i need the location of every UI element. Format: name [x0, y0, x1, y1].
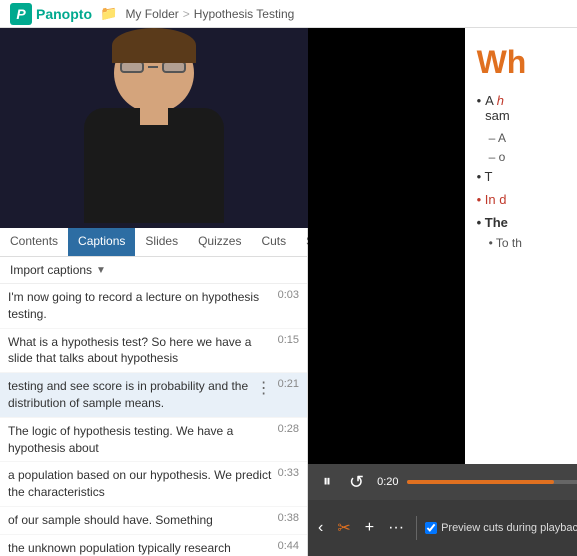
caption-item-active[interactable]: testing and see score is in probability … [0, 373, 307, 418]
caption-time: 0:33 [278, 467, 299, 479]
body [84, 108, 224, 223]
timeline-nav-left[interactable]: ‹ [314, 517, 327, 539]
panopto-logo: P Panopto [10, 3, 92, 25]
page-title: Hypothesis Testing [194, 7, 295, 21]
caption-item[interactable]: What is a hypothesis test? So here we ha… [0, 329, 307, 374]
folder-icon: 📁 [100, 5, 117, 22]
slide-display: Wh • A hsam – A – o • T • In d • The • T… [308, 28, 577, 464]
caption-text: I'm now going to record a lecture on hyp… [8, 289, 272, 323]
video-player [0, 28, 308, 228]
caption-item[interactable]: The logic of hypothesis testing. We have… [0, 418, 307, 463]
slide-bullets-list: • A hsam – A – o • T • In d • The • To t… [477, 93, 577, 250]
import-captions-label: Import captions [10, 263, 92, 277]
current-time: 0:20 [377, 476, 398, 488]
dropdown-arrow-icon: ▼ [96, 265, 106, 276]
sidebar-item-captions[interactable]: Captions [68, 228, 135, 256]
black-area [308, 28, 465, 464]
preview-checkbox-wrap: Preview cuts during playback [425, 522, 577, 534]
caption-time: 0:28 [278, 423, 299, 435]
caption-item[interactable]: the unknown population typically researc… [0, 535, 307, 556]
controls-bar: ⏸ ↺ 0:20 [308, 464, 577, 500]
caption-time: 0:44 [278, 540, 299, 552]
logo-text: Panopto [36, 6, 92, 22]
caption-text: testing and see score is in probability … [8, 378, 252, 412]
hair [112, 28, 196, 63]
video-area [0, 28, 308, 228]
caption-item[interactable]: a population based on our hypothesis. We… [0, 462, 307, 507]
logo-icon: P [10, 3, 32, 25]
slide-bullet-1: • A hsam [477, 93, 577, 123]
caption-text: of our sample should have. Something [8, 512, 272, 529]
left-panel: Contents Captions Slides Quizzes Cuts St… [0, 28, 308, 556]
sidebar-nav: Contents Captions Slides Quizzes Cuts St… [0, 228, 307, 257]
preview-cuts-label[interactable]: Preview cuts during playback [441, 522, 577, 534]
folder-label: My Folder [125, 7, 178, 21]
caption-item[interactable]: of our sample should have. Something 0:3… [0, 507, 307, 535]
sidebar-item-contents[interactable]: Contents [0, 228, 68, 256]
caption-menu-icon[interactable]: ⋮ [256, 378, 272, 398]
add-button[interactable]: + [361, 517, 378, 539]
slide-container: Wh • A hsam – A – o • T • In d • The • T… [308, 28, 577, 464]
sidebar-item-cuts[interactable]: Cuts [251, 228, 296, 256]
rewind-button[interactable]: ↺ [344, 470, 369, 495]
slide-bullet-3: • T [477, 169, 577, 184]
slide-bullet-5: • The [477, 215, 577, 230]
more-options-button[interactable]: ··· [384, 517, 408, 539]
neck [140, 105, 168, 125]
cut-tool-button[interactable]: ✂ [333, 516, 354, 540]
divider [416, 516, 417, 540]
right-panel: Wh • A hsam – A – o • T • In d • The • T… [308, 28, 577, 556]
timeline-bar: ‹ ✂ + ··· Preview cuts during playback 0… [308, 500, 577, 556]
captions-header[interactable]: Import captions ▼ [0, 257, 307, 284]
slide-area: Wh • A hsam – A – o • T • In d • The • T… [308, 28, 577, 464]
caption-text: a population based on our hypothesis. We… [8, 467, 272, 501]
person-figure [54, 33, 254, 223]
slide-title-text: Wh [477, 44, 577, 81]
caption-time: 0:15 [278, 334, 299, 346]
preview-cuts-checkbox[interactable] [425, 522, 437, 534]
slide-white-area: Wh • A hsam – A – o • T • In d • The • T… [465, 28, 577, 464]
video-bg [0, 28, 308, 228]
sidebar-item-slides[interactable]: Slides [135, 228, 188, 256]
caption-text: The logic of hypothesis testing. We have… [8, 423, 272, 457]
slide-bullet-5a: • To th [477, 236, 577, 250]
slide-bullet-4: • In d [477, 192, 577, 207]
breadcrumb: My Folder > Hypothesis Testing [125, 7, 294, 21]
play-pause-button[interactable]: ⏸ [318, 471, 336, 493]
progress-fill [407, 480, 554, 484]
caption-time: 0:03 [278, 289, 299, 301]
captions-panel[interactable]: I'm now going to record a lecture on hyp… [0, 284, 307, 556]
caption-time: 0:21 [278, 378, 299, 390]
caption-time: 0:38 [278, 512, 299, 524]
slide-bullet-2b: – o [477, 150, 577, 164]
caption-text: What is a hypothesis test? So here we ha… [8, 334, 272, 368]
caption-item[interactable]: I'm now going to record a lecture on hyp… [0, 284, 307, 329]
slide-bullet-2a: – A [477, 131, 577, 145]
main-layout: Contents Captions Slides Quizzes Cuts St… [0, 28, 577, 556]
topbar: P Panopto 📁 My Folder > Hypothesis Testi… [0, 0, 577, 28]
caption-text: the unknown population typically researc… [8, 540, 272, 556]
breadcrumb-separator: > [183, 7, 190, 21]
progress-bar[interactable] [407, 480, 577, 484]
slide-highlight: h [497, 93, 504, 108]
sidebar-item-quizzes[interactable]: Quizzes [188, 228, 251, 256]
